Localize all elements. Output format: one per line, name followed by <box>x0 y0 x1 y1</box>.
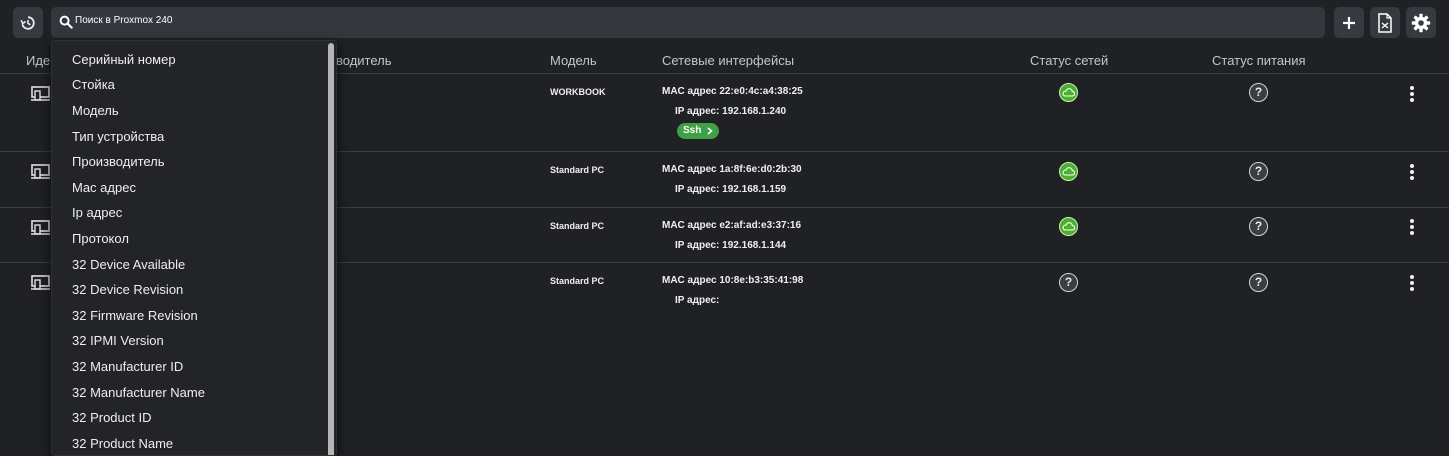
device-icon <box>31 220 50 235</box>
network-status-online <box>1059 162 1078 181</box>
plus-icon <box>1343 16 1355 29</box>
power-status-unknown: ? <box>1249 83 1268 102</box>
dropdown-item[interactable]: Стойка <box>72 77 115 92</box>
export-button[interactable] <box>1370 7 1400 38</box>
search-placeholder: Поиск в Proxmox 240 <box>75 15 173 26</box>
mac-address: MAC адрес 1a:8f:6e:d0:2b:30 <box>662 164 802 175</box>
row-menu-button[interactable] <box>1408 219 1416 235</box>
file-export-icon <box>1378 12 1392 33</box>
cloud-icon <box>1062 88 1075 97</box>
question-icon: ? <box>1254 219 1263 233</box>
dropdown-item[interactable]: 32 Manufacturer ID <box>72 359 183 374</box>
dropdown-item[interactable]: Производитель <box>72 154 165 169</box>
header-manufacturer[interactable]: водитель <box>336 53 392 68</box>
dropdown-item[interactable]: Ip адрес <box>72 205 122 220</box>
ip-address: IP адрес: 192.168.1.159 <box>675 184 787 195</box>
mac-address: MAC адрес 10:8e:b3:35:41:98 <box>662 275 804 286</box>
question-icon: ? <box>1064 275 1073 289</box>
chevron-right-icon <box>707 127 714 135</box>
network-status-unknown: ? <box>1059 273 1078 292</box>
search-icon <box>59 15 73 29</box>
question-icon: ? <box>1254 85 1263 99</box>
question-icon: ? <box>1254 275 1263 289</box>
header-network-interfaces[interactable]: Сетевые интерфейсы <box>662 53 794 68</box>
dropdown-item[interactable]: 32 Device Revision <box>72 282 183 297</box>
ssh-label: Ssh <box>683 125 702 136</box>
device-model: Standard PC <box>550 276 605 286</box>
search-field-dropdown[interactable]: Серийный номер Стойка Модель Тип устройс… <box>51 40 337 456</box>
ip-address: IP адрес: 192.168.1.240 <box>675 106 787 117</box>
header-power-status[interactable]: Статус питания <box>1212 53 1306 68</box>
device-model: Standard PC <box>550 221 605 231</box>
gear-icon <box>1411 13 1431 32</box>
device-model: Standard PC <box>550 165 605 175</box>
header-network-status[interactable]: Статус сетей <box>1030 53 1108 68</box>
row-menu-button[interactable] <box>1408 275 1416 291</box>
dropdown-item[interactable]: Серийный номер <box>72 52 176 67</box>
ssh-button[interactable]: Ssh <box>677 123 720 139</box>
mac-address: MAC адрес 22:e0:4c:a4:38:25 <box>662 86 803 97</box>
power-status-unknown: ? <box>1249 273 1268 292</box>
header-identifier[interactable]: Иде <box>26 53 50 68</box>
question-icon: ? <box>1254 164 1263 178</box>
add-button[interactable] <box>1334 7 1364 38</box>
settings-button[interactable] <box>1406 7 1436 38</box>
power-status-unknown: ? <box>1249 162 1268 181</box>
row-menu-button[interactable] <box>1408 86 1416 102</box>
power-status-unknown: ? <box>1249 217 1268 236</box>
dropdown-item[interactable]: Тип устройства <box>72 129 164 144</box>
device-icon <box>31 275 50 290</box>
ip-address: IP адрес: <box>675 295 720 306</box>
dropdown-item[interactable]: 32 Product Name <box>72 436 173 451</box>
search-input[interactable]: Поиск в Proxmox 240 <box>51 7 1325 38</box>
dropdown-item[interactable]: Протокол <box>72 231 129 246</box>
dropdown-item[interactable]: 32 Manufacturer Name <box>72 385 205 400</box>
dropdown-item[interactable]: Модель <box>72 103 119 118</box>
cloud-icon <box>1062 167 1075 176</box>
dropdown-item[interactable]: 32 Product ID <box>72 410 152 425</box>
cloud-icon <box>1062 222 1075 231</box>
history-button[interactable] <box>13 7 43 38</box>
dropdown-item[interactable]: 32 Firmware Revision <box>72 308 198 323</box>
ip-address: IP адрес: 192.168.1.144 <box>675 240 787 251</box>
history-icon <box>20 15 35 30</box>
mac-address: MAC адрес e2:af:ad:e3:37:16 <box>662 220 802 231</box>
header-model[interactable]: Модель <box>550 53 597 68</box>
device-icon <box>31 164 50 179</box>
device-model: WORKBOOK <box>550 87 606 97</box>
device-icon <box>31 86 50 101</box>
row-menu-button[interactable] <box>1408 164 1416 180</box>
dropdown-item[interactable]: Mac адрес <box>72 180 136 195</box>
dropdown-item[interactable]: 32 Device Available <box>72 257 185 272</box>
network-status-online <box>1059 83 1078 102</box>
dropdown-item[interactable]: 32 IPMI Version <box>72 333 164 348</box>
dropdown-scrollbar[interactable] <box>328 43 334 455</box>
network-status-online <box>1059 217 1078 236</box>
